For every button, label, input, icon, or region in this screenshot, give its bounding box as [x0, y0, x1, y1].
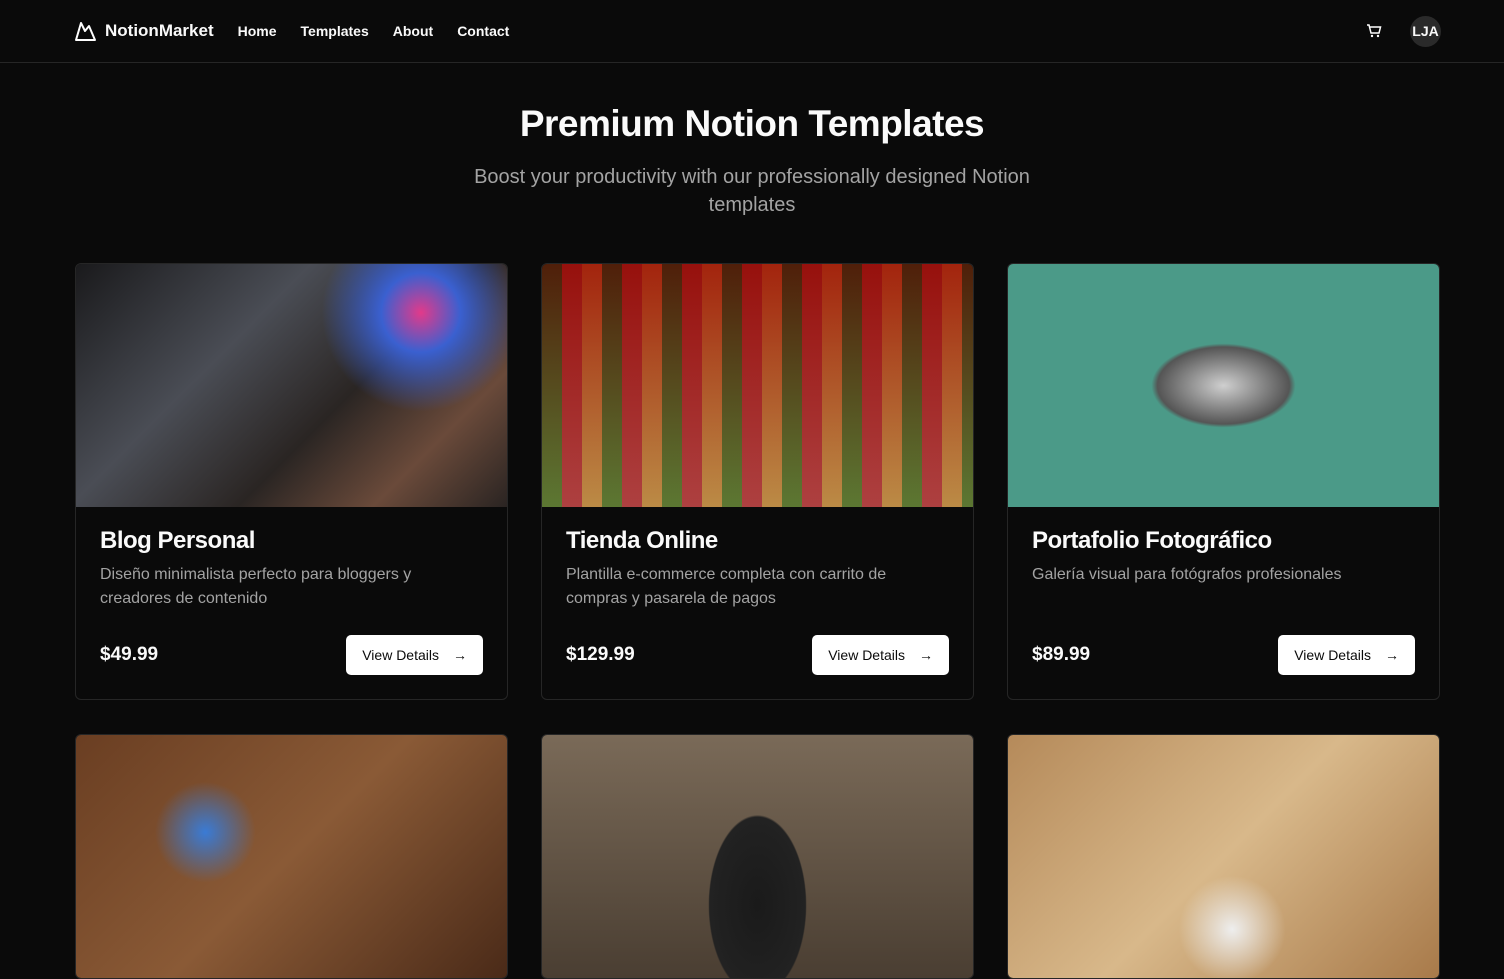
template-price: $49.99	[100, 644, 159, 665]
template-image	[76, 735, 507, 978]
template-card: Portafolio Fotográfico Galería visual pa…	[1007, 263, 1440, 700]
template-image	[542, 264, 973, 507]
view-details-button[interactable]: View Details →	[1278, 635, 1415, 675]
nav-home[interactable]: Home	[238, 23, 277, 39]
page-title: Premium Notion Templates	[519, 103, 985, 144]
arrow-right-icon: →	[919, 647, 933, 663]
cart-icon[interactable]	[1366, 23, 1382, 39]
template-price: $129.99	[566, 644, 635, 665]
template-title: Portafolio Fotográfico	[1032, 527, 1272, 554]
button-label: View Details	[362, 647, 439, 663]
template-description: Plantilla e-commerce completa con carrit…	[566, 566, 887, 607]
template-title: Blog Personal	[100, 527, 255, 554]
nav-about[interactable]: About	[393, 23, 433, 39]
template-description: Diseño minimalista perfecto para blogger…	[100, 566, 412, 607]
nav-templates[interactable]: Templates	[301, 23, 369, 39]
page-subtitle: Boost your productivity with our profess…	[474, 166, 1030, 216]
template-price: $89.99	[1032, 644, 1091, 665]
view-details-button[interactable]: View Details →	[812, 635, 949, 675]
arrow-right-icon: →	[453, 647, 467, 663]
template-card	[1007, 734, 1440, 979]
template-image	[76, 264, 507, 507]
template-card: Tienda Online Plantilla e-commerce compl…	[541, 263, 974, 700]
template-grid: Blog Personal Diseño minimalista perfect…	[75, 263, 1440, 979]
brand-logo[interactable]: NotionMarket	[75, 21, 214, 41]
view-details-button[interactable]: View Details →	[346, 635, 483, 675]
button-label: View Details	[828, 647, 905, 663]
template-description: Galería visual para fotógrafos profesion…	[1032, 566, 1342, 583]
mountain-logo-icon	[75, 22, 96, 41]
template-image	[1008, 264, 1439, 507]
template-image	[542, 735, 973, 978]
brand-name: NotionMarket	[105, 21, 214, 40]
template-card	[541, 734, 974, 979]
template-card: Blog Personal Diseño minimalista perfect…	[75, 263, 508, 700]
template-image	[1008, 735, 1439, 978]
arrow-right-icon: →	[1385, 647, 1399, 663]
nav-contact[interactable]: Contact	[457, 23, 509, 39]
top-nav: NotionMarket Home Templates About Contac…	[0, 0, 1504, 63]
button-label: View Details	[1294, 647, 1371, 663]
template-card	[75, 734, 508, 979]
user-avatar[interactable]: LJA	[1410, 15, 1441, 47]
template-title: Tienda Online	[566, 527, 718, 554]
